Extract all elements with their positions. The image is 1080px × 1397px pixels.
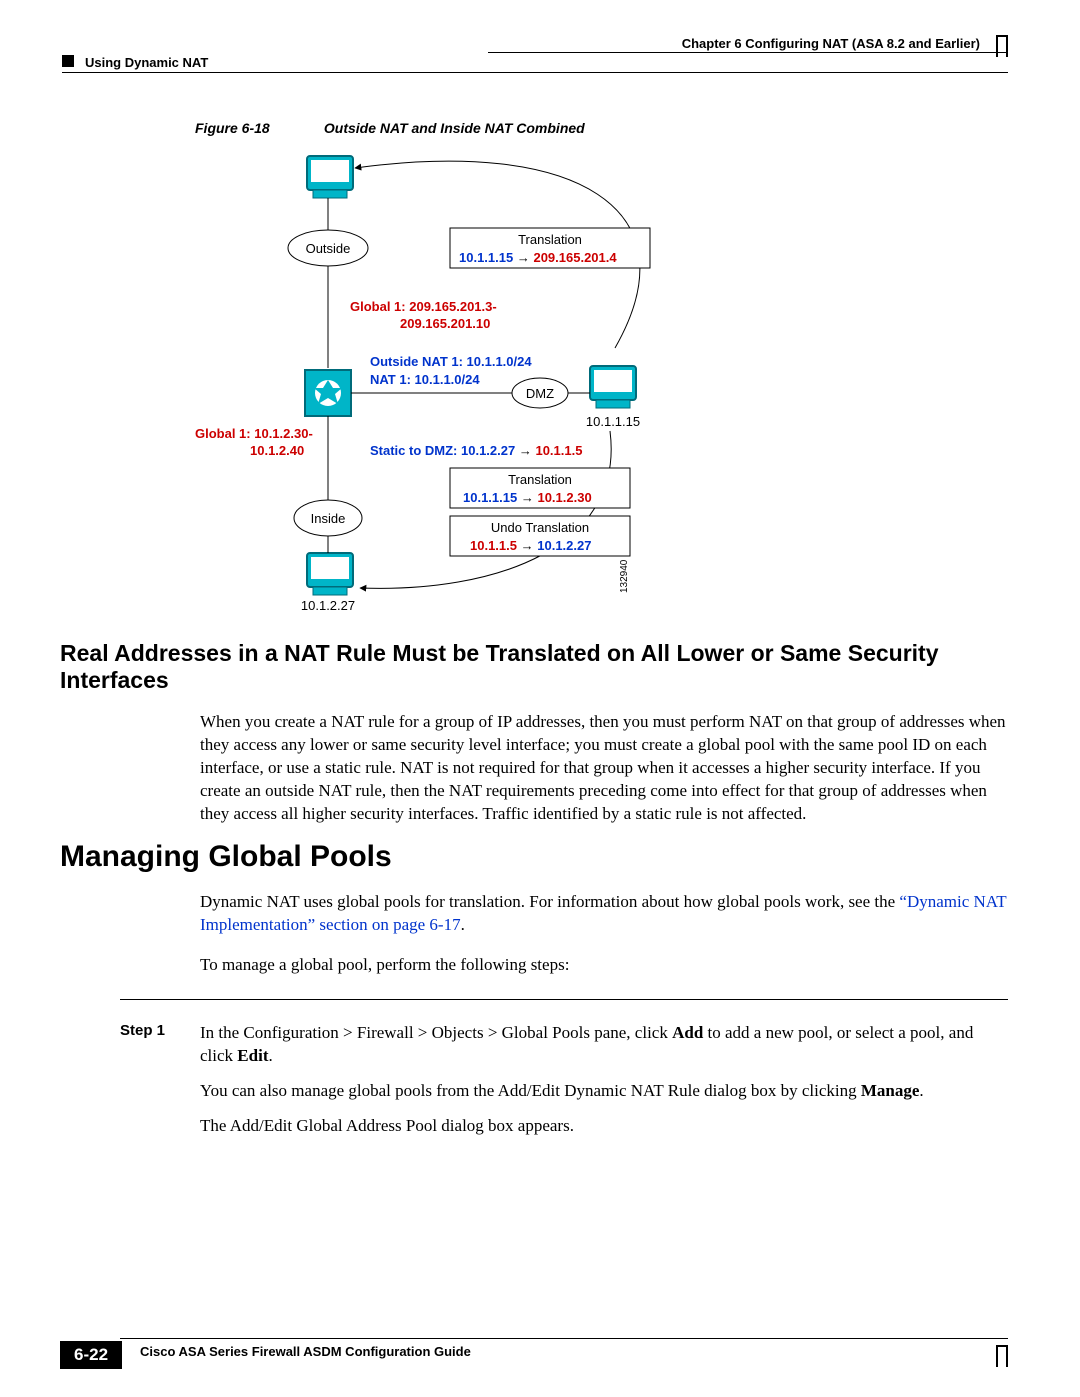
subsection-paragraph: When you create a NAT rule for a group o… xyxy=(200,711,1008,826)
step-1-label: Step 1 xyxy=(120,1022,200,1138)
para-intro-b: . xyxy=(461,915,465,934)
section-real-addresses: Real Addresses in a NAT Rule Must be Tra… xyxy=(60,640,1008,843)
para-intro-a: Dynamic NAT uses global pools for transl… xyxy=(200,892,899,911)
outside-nat-1: Outside NAT 1: 10.1.1.0/24 xyxy=(370,354,532,369)
para-instructions: To manage a global pool, perform the fol… xyxy=(200,954,1008,977)
crop-mark xyxy=(996,1345,998,1367)
cloud-inside-label: Inside xyxy=(311,511,346,526)
undo-dst: 10.1.2.27 xyxy=(537,538,591,553)
global-1-inside-a: Global 1: 10.1.2.30- xyxy=(195,426,313,441)
svg-text:10.1.1.5 → 1: 10.1.1.5 → 10.1.2.27 xyxy=(470,538,591,553)
crop-mark xyxy=(1006,35,1008,57)
header-chapter: Chapter 6 Configuring NAT (ASA 8.2 and E… xyxy=(682,36,980,51)
undo-src: 10.1.1.5 xyxy=(470,538,517,553)
global-1-outside-b: 209.165.201.10 xyxy=(400,316,490,331)
cloud-outside-icon: Outside xyxy=(288,230,368,266)
subsection-heading: Real Addresses in a NAT Rule Must be Tra… xyxy=(60,640,1008,694)
step-1-body: In the Configuration > Firewall > Object… xyxy=(200,1022,1008,1138)
global-1-outside-a: Global 1: 209.165.201.3- xyxy=(350,299,497,314)
step-divider xyxy=(120,999,1008,1000)
global-1-inside-b: 10.1.2.40 xyxy=(250,443,304,458)
trans1-src: 10.1.1.15 xyxy=(459,250,513,265)
undo-translation-label: Undo Translation xyxy=(491,520,589,535)
trans2-src: 10.1.1.15 xyxy=(463,490,517,505)
figure-number: Figure 6-18 xyxy=(195,120,320,136)
footer-rule xyxy=(120,1338,1008,1339)
crop-mark xyxy=(1006,1345,1008,1367)
nat-1: NAT 1: 10.1.1.0/24 xyxy=(370,372,480,387)
computer-inside-icon xyxy=(307,553,353,595)
figure-6-18: Figure 6-18 Outside NAT and Inside NAT C… xyxy=(195,120,835,600)
static-dmz-b: 10.1.1.5 xyxy=(535,443,582,458)
static-dmz-a: Static to DMZ: 10.1.2.27 xyxy=(370,443,515,458)
crop-mark xyxy=(996,1345,1008,1347)
para-intro: Dynamic NAT uses global pools for transl… xyxy=(200,891,1008,937)
header-rule xyxy=(62,72,1008,73)
step-1: Step 1 In the Configuration > Firewall >… xyxy=(120,1022,1008,1138)
dmz-ip: 10.1.1.15 xyxy=(586,414,640,429)
footer-guide-title: Cisco ASA Series Firewall ASDM Configura… xyxy=(140,1344,471,1359)
cloud-dmz-label: DMZ xyxy=(526,386,554,401)
svg-text:10.1.1.15 →: 10.1.1.15 → 209.165.201.4 xyxy=(459,250,617,265)
firewall-icon xyxy=(305,370,351,416)
page-number: 6-22 xyxy=(60,1341,122,1369)
header-short-rule xyxy=(488,52,1008,53)
computer-dmz-icon xyxy=(590,366,636,408)
image-id: 132940 xyxy=(619,559,630,593)
crop-mark xyxy=(996,35,998,57)
cloud-outside-label: Outside xyxy=(306,241,351,256)
section-managing-global-pools: Managing Global Pools Dynamic NAT uses g… xyxy=(60,840,1008,1138)
header-section: Using Dynamic NAT xyxy=(85,55,208,70)
trans2-dst: 10.1.2.30 xyxy=(537,490,591,505)
nat-diagram: Outside Translation 10.1.1.15 → 209.165.… xyxy=(195,148,835,618)
figure-title: Outside NAT and Inside NAT Combined xyxy=(324,120,585,136)
section-heading: Managing Global Pools xyxy=(60,840,1008,874)
translation-label-2: Translation xyxy=(508,472,572,487)
trans1-dst: 209.165.201.4 xyxy=(533,250,617,265)
svg-text:Static to DMZ: 10.1.2.27: Static to DMZ: 10.1.2.27 → 10.1.1.5 xyxy=(370,443,582,458)
page: Chapter 6 Configuring NAT (ASA 8.2 and E… xyxy=(0,0,1080,1397)
figure-caption: Figure 6-18 Outside NAT and Inside NAT C… xyxy=(195,120,835,136)
computer-outside-icon xyxy=(307,156,353,198)
translation-label-1: Translation xyxy=(518,232,582,247)
crop-mark xyxy=(996,35,1008,37)
svg-text:10.1.1.15 →: 10.1.1.15 → 10.1.2.30 xyxy=(463,490,592,505)
inside-ip: 10.1.2.27 xyxy=(301,598,355,613)
header-marker-square xyxy=(62,55,74,67)
